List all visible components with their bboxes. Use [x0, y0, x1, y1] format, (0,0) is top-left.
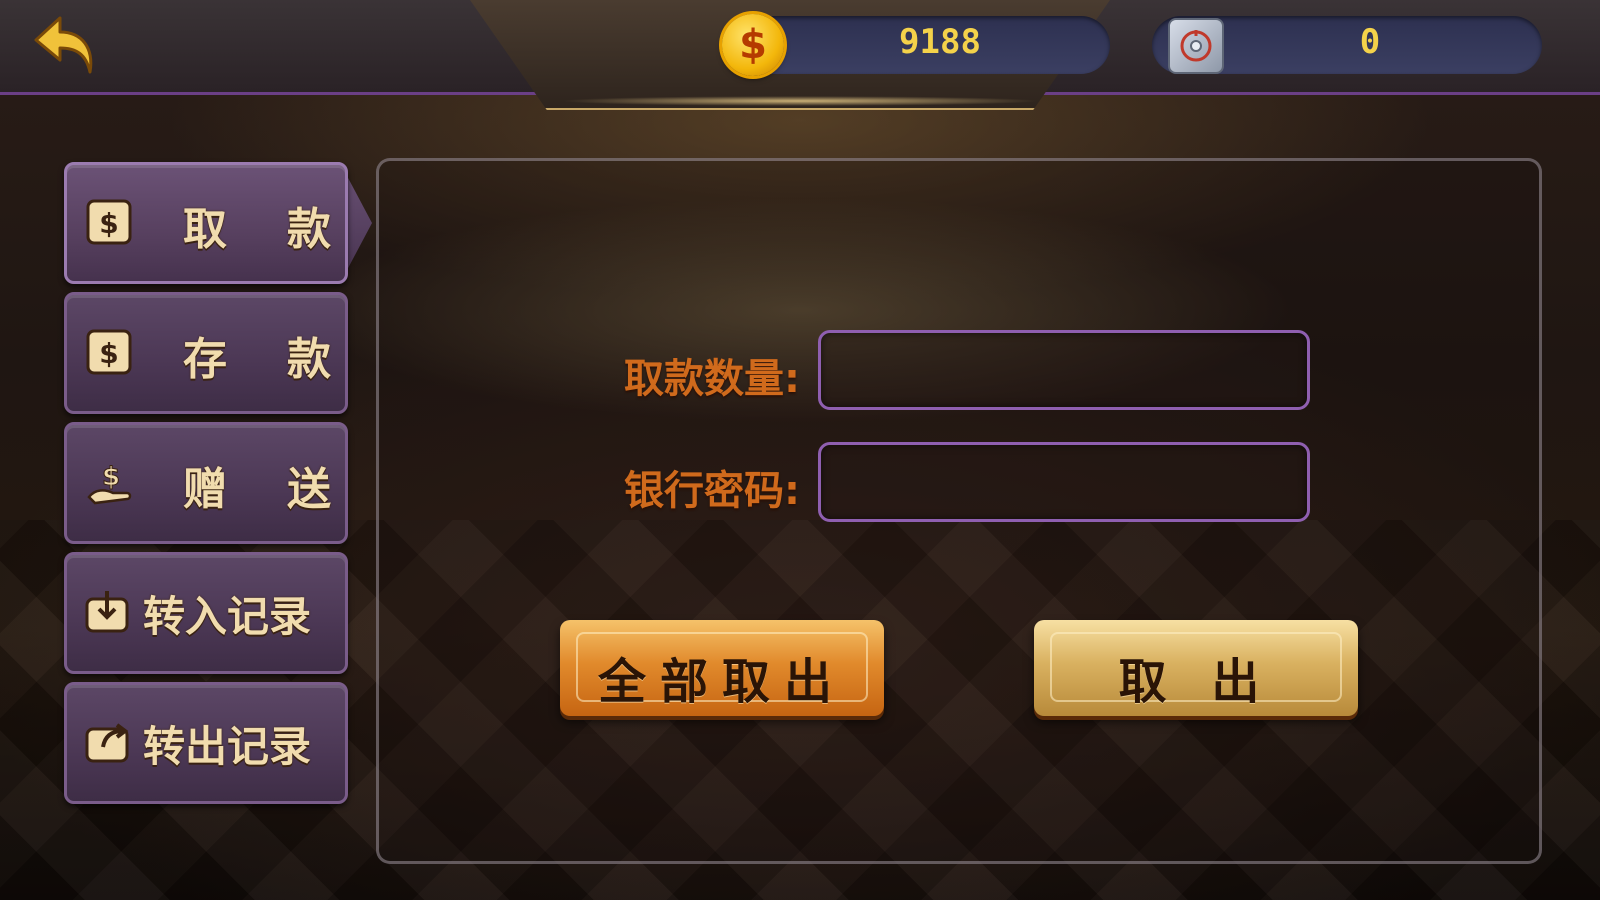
withdraw-label: 取 出 [1118, 654, 1274, 710]
sidebar-item-deposit[interactable]: $ 存 款 [64, 292, 348, 414]
transfer-out-icon [85, 723, 129, 763]
transfer-in-icon [85, 591, 129, 633]
sidebar-item-label: 款 [287, 334, 333, 385]
svg-text:$: $ [99, 207, 118, 240]
deposit-icon: $ [86, 329, 132, 375]
sidebar-item-label: 转出记录 [143, 722, 312, 771]
amount-label: 取款数量: [624, 356, 800, 402]
sidebar-item-gift[interactable]: $ 赠 送 [64, 422, 348, 544]
amount-input[interactable] [818, 330, 1310, 410]
password-label: 银行密码: [624, 468, 800, 514]
sidebar-item-transfer-out-records[interactable]: 转出记录 [64, 682, 348, 804]
sidebar-item-label: 送 [287, 464, 333, 515]
svg-text:$: $ [102, 462, 120, 492]
coin-icon: $ [722, 14, 784, 76]
back-arrow-icon [34, 16, 93, 74]
back-button[interactable] [30, 12, 100, 78]
svg-text:$: $ [99, 337, 118, 370]
safe-balance: 0 [1359, 22, 1381, 62]
safe-icon [1168, 18, 1224, 74]
hand-coin-icon: $ [87, 462, 132, 505]
withdraw-button[interactable]: 取 出 [1034, 620, 1358, 716]
withdraw-icon: $ [86, 199, 132, 245]
header-crest-glow [560, 96, 1040, 106]
sidebar-item-label: 取 [183, 204, 229, 255]
sidebar-item-label: 赠 [183, 464, 229, 515]
sidebar-item-label: 存 [183, 334, 229, 385]
coin-balance: 9188 [899, 22, 981, 62]
withdraw-all-label: 全部取出 [597, 654, 846, 710]
withdraw-all-button[interactable]: 全部取出 [560, 620, 884, 716]
safe-dial-icon [1180, 30, 1212, 62]
bank-password-input[interactable] [818, 442, 1310, 522]
sidebar-item-withdraw[interactable]: $ 取 款 [64, 162, 348, 284]
sidebar-item-label: 款 [287, 204, 333, 255]
sidebar-item-label: 转入记录 [143, 592, 312, 641]
sidebar-item-transfer-in-records[interactable]: 转入记录 [64, 552, 348, 674]
